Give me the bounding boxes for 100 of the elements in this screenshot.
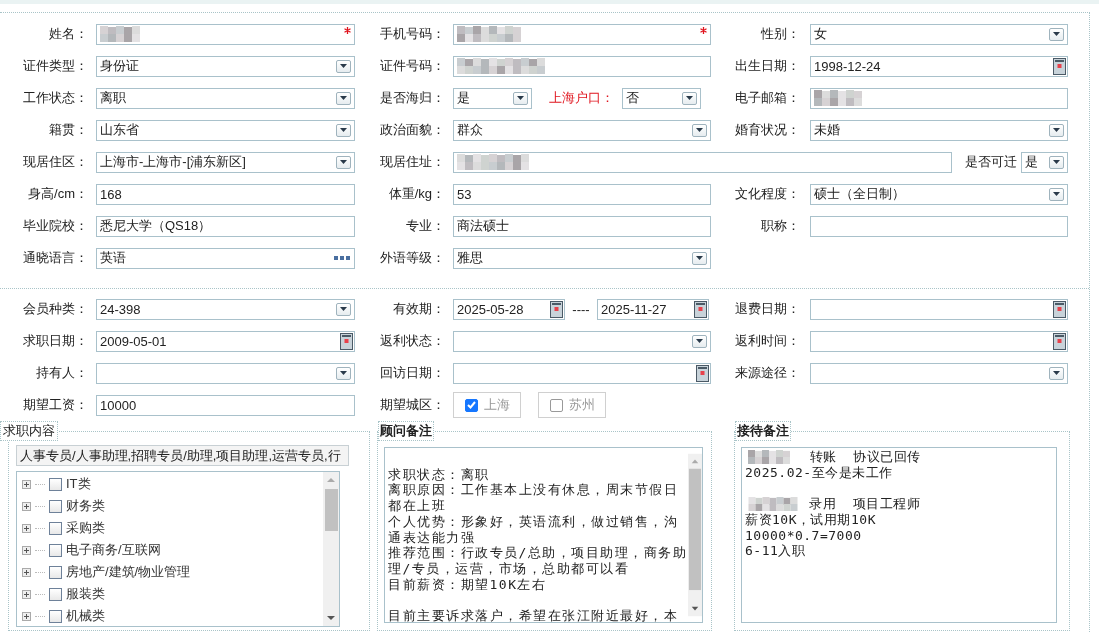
notes-textarea[interactable]: 转账 协议已回传 2025.02-至今是未工作 录用 项目工程师 薪资10K，试用期10K 10000*0.7=7000 6-11入职 (741, 447, 1057, 623)
picker-field[interactable]: 英语 (96, 247, 355, 269)
notes-text: 目前主要诉求落户，希望在张江附近最好，本 (388, 608, 678, 622)
field-label: 电子邮箱： (735, 89, 801, 107)
tree-item[interactable]: 服装类 (66, 585, 105, 603)
notes-textarea[interactable]: 求职状态：离职 离职原因：工作基本上没有休息，周末节假日都在上班 个人优势：形象好，英语流利，做过销售，沟通表达能力强 推荐范围：行政专员/总助，项目助理，商务助理/专员，运营，市场，总助都可以看 目前薪资：期望10K左右 目前主要诉求落户，希望在张江附近最好，本 (384, 447, 703, 623)
calendar-icon[interactable] (1053, 300, 1066, 318)
dropdown-field[interactable]: 否 (622, 87, 701, 109)
dropdown-field[interactable]: 女 (810, 23, 1068, 45)
checkbox[interactable] (49, 499, 62, 513)
expand-icon[interactable] (22, 545, 31, 555)
notes-text: 6-11入职 (745, 541, 806, 560)
field-value: 2025-11-27 (601, 301, 668, 317)
input-field[interactable]: 168 (96, 183, 355, 205)
field-label: 回访日期： (380, 364, 446, 382)
more-icon[interactable] (334, 256, 350, 260)
tree-item[interactable]: 机械类 (66, 607, 105, 625)
calendar-icon[interactable] (696, 364, 709, 382)
expand-icon[interactable] (22, 501, 31, 511)
dropdown-field[interactable] (810, 362, 1068, 384)
input-field[interactable]: 53 (453, 183, 711, 205)
field-label: 姓名： (49, 25, 89, 43)
field-label: 期望工资： (23, 396, 89, 414)
dropdown-field[interactable] (96, 362, 355, 384)
field-label: 手机号码： (380, 25, 446, 43)
date-field[interactable]: 2009-05-01 (96, 330, 355, 352)
scrollbar[interactable] (323, 472, 339, 626)
calendar-icon[interactable] (1053, 57, 1066, 75)
dropdown-field[interactable]: 群众 (453, 119, 711, 141)
input-field[interactable] (453, 151, 952, 173)
field-value: 是 (457, 89, 471, 107)
dropdown-field[interactable]: 是 (453, 87, 532, 109)
notes-text: 离职原因：工作基本上没有休息，周末节假日都在上班 (388, 482, 678, 514)
dropdown-field[interactable]: 硕士（全日制） (810, 183, 1068, 205)
input-field[interactable] (453, 55, 711, 77)
field-label: 出生日期： (735, 57, 801, 75)
dropdown-field[interactable]: 离职 (96, 87, 355, 109)
field-value: 是 (1025, 153, 1039, 171)
date-field[interactable]: 1998-12-24 (810, 55, 1068, 77)
calendar-icon[interactable] (550, 300, 563, 318)
calendar-icon[interactable] (694, 300, 707, 318)
input-field[interactable]: 商法硕士 (453, 215, 711, 237)
field-value: 离职 (100, 89, 127, 107)
checkbox[interactable] (465, 398, 478, 412)
date-field[interactable]: 2025-11-27 (597, 298, 709, 320)
expand-icon[interactable] (22, 567, 31, 577)
notes-text: 薪资10K，试用期10K (745, 510, 876, 529)
tree-item[interactable]: 财务类 (66, 497, 105, 515)
checkbox[interactable] (49, 521, 62, 535)
input-field[interactable] (810, 215, 1068, 237)
field-value: 上海市-上海市-[浦东新区] (100, 153, 247, 171)
dropdown-field[interactable]: 雅思 (453, 247, 711, 269)
dropdown-field[interactable]: 未婚 (810, 119, 1068, 141)
input-field[interactable] (453, 23, 711, 45)
notes-text: 录用 项目工程师 (808, 494, 921, 513)
checkbox[interactable] (49, 587, 62, 601)
date-field[interactable] (810, 298, 1068, 320)
panel-legend: 接待备注 (735, 421, 791, 441)
notes-text: 目前薪资：期望10K左右 (388, 576, 547, 592)
dropdown-field[interactable] (453, 330, 711, 352)
input-field[interactable] (96, 23, 355, 45)
input-field[interactable]: 悉尼大学（QS18） (96, 215, 355, 237)
notes-text: 10000*0.7=7000 (745, 527, 862, 543)
field-label: 退费日期： (735, 300, 801, 318)
calendar-icon[interactable] (1053, 332, 1066, 350)
field-label: 期望城区： (380, 396, 446, 414)
field-label: 现居住区： (23, 153, 89, 171)
date-field[interactable] (810, 330, 1068, 352)
field-value: 168 (100, 186, 123, 202)
checkbox[interactable] (49, 565, 62, 579)
tree-item[interactable]: 采购类 (66, 519, 105, 537)
dropdown-field[interactable]: 24-398 (96, 298, 355, 320)
tree-item[interactable]: 房地产/建筑/物业管理 (66, 563, 191, 581)
date-field[interactable]: 2025-05-28 (453, 298, 565, 320)
dropdown-field[interactable]: 身份证 (96, 55, 355, 77)
tree-item[interactable]: IT类 (66, 475, 91, 493)
field-label: 婚育状况： (735, 121, 801, 139)
expand-icon[interactable] (22, 611, 31, 621)
expand-icon[interactable] (22, 589, 31, 599)
dropdown-field[interactable]: 是 (1021, 151, 1068, 173)
field-value: 商法硕士 (457, 217, 510, 235)
expand-icon[interactable] (22, 523, 31, 533)
dropdown-field[interactable]: 山东省 (96, 119, 355, 141)
selected-jobs-field[interactable]: 人事专员/人事助理,招聘专员/助理,项目助理,运营专员,行 (16, 445, 349, 466)
notes-text: 求职状态：离职 (388, 466, 490, 482)
checkbox[interactable] (49, 477, 62, 491)
expand-icon[interactable] (22, 479, 31, 489)
calendar-icon[interactable] (340, 332, 353, 350)
field-label: 是否海归： (380, 89, 446, 107)
blurred-text-drawing (457, 26, 521, 42)
input-field[interactable] (810, 87, 1068, 109)
checkbox[interactable] (550, 398, 563, 412)
date-field[interactable] (453, 362, 711, 384)
dropdown-field[interactable]: 上海市-上海市-[浦东新区] (96, 151, 355, 173)
input-field[interactable]: 10000 (96, 394, 355, 416)
checkbox[interactable] (49, 543, 62, 557)
field-value: 身份证 (100, 57, 140, 75)
field-label: 职称： (761, 217, 801, 235)
tree-item[interactable]: 电子商务/互联网 (66, 541, 161, 559)
checkbox[interactable] (49, 609, 62, 623)
